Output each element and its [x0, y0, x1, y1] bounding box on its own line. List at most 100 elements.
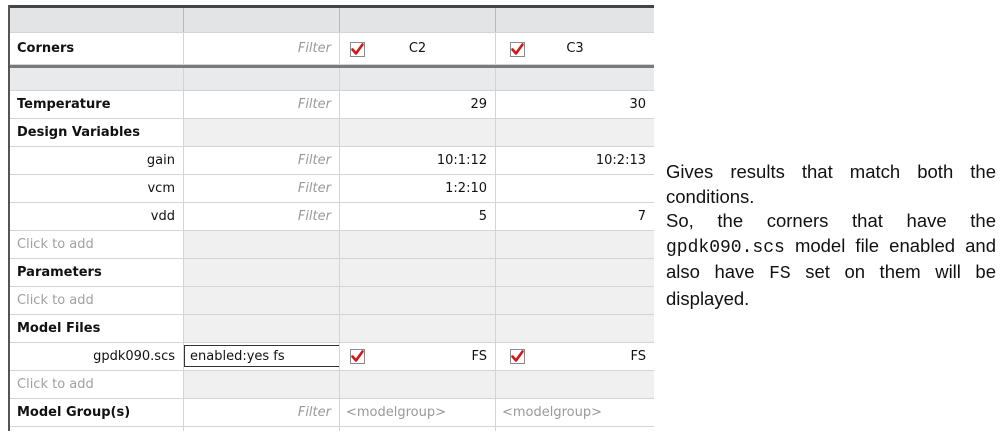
corner-c3-header[interactable]: C3 [496, 33, 654, 64]
click-to-add-label: Click to add [17, 377, 94, 392]
filter-placeholder: Filter [297, 97, 331, 112]
gain-c3[interactable]: 10:2:13 [496, 147, 654, 174]
add-variable-row: Click to add [10, 231, 654, 259]
filter-placeholder: Filter [297, 153, 331, 168]
hint-cell [184, 287, 340, 314]
vdd-c3[interactable]: 7 [496, 203, 654, 230]
temperature-c2[interactable]: 29 [340, 91, 496, 118]
section-cell [184, 315, 340, 342]
variable-name-vcm: vcm [10, 175, 184, 202]
vcm-c3[interactable] [496, 175, 654, 202]
header-cell [10, 8, 184, 32]
gain-c3-value: 10:2:13 [595, 153, 646, 168]
corner-c2-header[interactable]: C2 [340, 33, 496, 64]
trailing-cell [496, 427, 654, 431]
explanation-text: Gives results that match both the condit… [666, 160, 996, 312]
design-variables-row: Design Variables [10, 119, 654, 147]
variable-filter-vdd[interactable]: Filter [184, 203, 340, 230]
model-file-filter-cell: enabled:yes fs [184, 343, 340, 370]
explanation-line-1: Gives results that match both the condit… [666, 161, 996, 207]
model-file-filter-input[interactable]: enabled:yes fs [184, 345, 339, 367]
parameters-row: Parameters [10, 259, 654, 287]
header-cell [340, 8, 496, 32]
gain-c2[interactable]: 10:1:12 [340, 147, 496, 174]
add-model-file-row: Click to add [10, 371, 654, 399]
section-cell [340, 315, 496, 342]
spacer-row [10, 68, 654, 91]
hint-cell [496, 371, 654, 398]
header-cell [184, 8, 340, 32]
variable-row-vdd: vdd Filter 5 7 [10, 203, 654, 231]
hint-cell [184, 231, 340, 258]
temperature-c3[interactable]: 30 [496, 91, 654, 118]
gain-c2-value: 10:1:12 [436, 153, 487, 168]
variable-name-gain: gain [10, 147, 184, 174]
trailing-cell [10, 427, 184, 431]
trailing-cell [340, 427, 496, 431]
vcm-c2[interactable]: 1:2:10 [340, 175, 496, 202]
model-groups-label: Model Group(s) [10, 399, 184, 426]
trailing-cell [184, 427, 340, 431]
section-cell [340, 259, 496, 286]
add-parameter-row: Click to add [10, 287, 654, 315]
filter-placeholder: Filter [297, 405, 331, 420]
click-to-add-label: Click to add [17, 237, 94, 252]
variable-name-vdd: vdd [10, 203, 184, 230]
design-variables-label: Design Variables [10, 119, 184, 146]
code-fs: FS [769, 264, 791, 285]
vdd-c3-value: 7 [637, 209, 646, 224]
vdd-c2[interactable]: 5 [340, 203, 496, 230]
model-file-name: gpdk090.scs [10, 343, 184, 370]
hint-cell [496, 231, 654, 258]
variable-row-vcm: vcm Filter 1:2:10 [10, 175, 654, 203]
parameters-label: Parameters [10, 259, 184, 286]
corners-label: Corners [10, 33, 184, 64]
model-file-c2[interactable]: FS [340, 343, 496, 370]
filter-placeholder: Filter [297, 209, 331, 224]
variable-filter-gain[interactable]: Filter [184, 147, 340, 174]
model-files-label: Model Files [10, 315, 184, 342]
vdd-c2-value: 5 [478, 209, 487, 224]
model-group-c3-value: <modelgroup> [502, 405, 603, 420]
hint-cell [340, 371, 496, 398]
explanation-line-2: So, the corners that have the gpdk090.sc… [666, 209, 996, 311]
model-group-c2-value: <modelgroup> [346, 405, 447, 420]
section-cell [340, 119, 496, 146]
temperature-label: Temperature [10, 91, 184, 118]
spacer-cell [496, 68, 654, 90]
section-cell [496, 315, 654, 342]
add-model-file-button[interactable]: Click to add [10, 371, 184, 398]
corners-row: Corners Filter C2 C3 [10, 33, 654, 65]
variable-filter-vcm[interactable]: Filter [184, 175, 340, 202]
model-group-c2[interactable]: <modelgroup> [340, 399, 496, 426]
spacer-cell [340, 68, 496, 90]
add-parameter-button[interactable]: Click to add [10, 287, 184, 314]
model-file-row: gpdk090.scs enabled:yes fs FS FS [10, 343, 654, 371]
temperature-filter[interactable]: Filter [184, 91, 340, 118]
header-cell [496, 8, 654, 32]
spacer-cell [184, 68, 340, 90]
hint-cell [496, 287, 654, 314]
model-file-c2-value: FS [471, 349, 487, 364]
hint-cell [184, 371, 340, 398]
explanation-part: So, the corners that have the [666, 210, 996, 232]
model-group-c3[interactable]: <modelgroup> [496, 399, 654, 426]
trailing-row [10, 427, 654, 431]
model-file-c3[interactable]: FS [496, 343, 654, 370]
code-model-file: gpdk090.scs [666, 237, 785, 258]
temperature-row: Temperature Filter 29 30 [10, 91, 654, 119]
filter-placeholder: Filter [297, 41, 331, 56]
checkbox-checked-icon[interactable] [510, 349, 525, 364]
checkbox-checked-icon[interactable] [350, 349, 365, 364]
temperature-c3-value: 30 [629, 97, 646, 112]
hint-cell [340, 287, 496, 314]
corner-c2-name: C2 [408, 41, 427, 56]
model-groups-filter[interactable]: Filter [184, 399, 340, 426]
section-cell [184, 119, 340, 146]
section-cell [496, 259, 654, 286]
variable-row-gain: gain Filter 10:1:12 10:2:13 [10, 147, 654, 175]
section-cell [496, 119, 654, 146]
model-file-c3-value: FS [630, 349, 646, 364]
corners-filter[interactable]: Filter [184, 33, 340, 64]
add-variable-button[interactable]: Click to add [10, 231, 184, 258]
